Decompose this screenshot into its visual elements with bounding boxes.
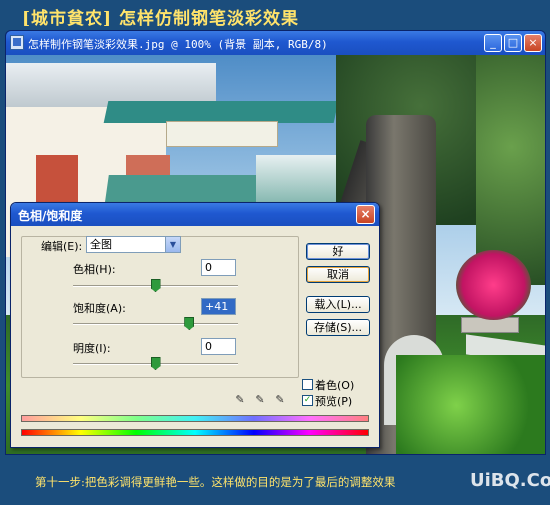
edit-label: 编辑(E):: [41, 240, 83, 253]
hue-saturation-dialog: 色相/饱和度 × 编辑(E): 全图 ▼ 色相(H): 0 饱和度(A): +4…: [10, 202, 380, 448]
banner-title: [城市貧农] 怎样仿制钢笔淡彩效果: [22, 9, 300, 29]
eyedropper-icon[interactable]: ✎: [233, 393, 247, 407]
adjustment-group: [21, 236, 299, 378]
colorize-checkbox[interactable]: [302, 379, 313, 390]
lightness-label: 明度(I):: [73, 342, 111, 355]
photo-flower-bush: [456, 250, 531, 320]
saturation-slider-track[interactable]: [73, 323, 238, 325]
eyedropper-minus-icon[interactable]: ✎: [273, 393, 287, 407]
dialog-titlebar[interactable]: 色相/饱和度 ×: [11, 203, 379, 226]
photo-building-sign: [166, 121, 278, 147]
hue-input[interactable]: 0: [201, 259, 236, 276]
caption-text: 第十一步:把色彩调得更鲜艳一些。这样做的目的是为了最后的调整效果: [35, 474, 395, 490]
image-window-title: 怎样制作钢笔淡彩效果.jpg @ 100% (背景 副本, RGB/8): [28, 38, 328, 51]
hue-label: 色相(H):: [73, 263, 116, 276]
caption-step: 第十一步:: [35, 475, 85, 489]
dialog-title: 色相/饱和度: [18, 209, 83, 223]
photo-shrubs: [396, 355, 545, 454]
watermark: UiBQ.CoM: [470, 470, 550, 491]
photo-building-eave: [103, 101, 339, 123]
minimize-button[interactable]: _: [484, 34, 502, 52]
preview-label[interactable]: 预览(P): [315, 393, 352, 409]
document-icon: [10, 35, 24, 50]
save-button[interactable]: 存储(S)...: [306, 319, 370, 336]
output-color-bar: [21, 429, 369, 436]
eyedropper-plus-icon[interactable]: ✎: [253, 393, 267, 407]
image-window-titlebar[interactable]: 怎样制作钢笔淡彩效果.jpg @ 100% (背景 副本, RGB/8) _ □…: [6, 31, 545, 55]
maximize-button[interactable]: □: [504, 34, 522, 52]
chevron-down-icon[interactable]: ▼: [165, 237, 180, 252]
colorize-label[interactable]: 着色(O): [315, 377, 354, 393]
edit-select-value: 全图: [90, 238, 112, 251]
caption: 第十一步:把色彩调得更鲜艳一些。这样做的目的是为了最后的调整效果: [0, 455, 550, 505]
load-button[interactable]: 载入(L)...: [306, 296, 370, 313]
input-color-bar: [21, 415, 369, 422]
cancel-button[interactable]: 取消: [306, 266, 370, 283]
lightness-input[interactable]: 0: [201, 338, 236, 355]
preview-checkbox[interactable]: ✓: [302, 395, 313, 406]
saturation-label: 饱和度(A):: [73, 302, 126, 315]
caption-body: 把色彩调得更鲜艳一些。这样做的目的是为了最后的调整效果: [84, 475, 396, 489]
banner: [城市貧农] 怎样仿制钢笔淡彩效果: [0, 0, 550, 30]
dialog-close-button[interactable]: ×: [356, 205, 375, 224]
saturation-input[interactable]: +41: [201, 298, 236, 315]
close-button[interactable]: ×: [524, 34, 542, 52]
edit-select[interactable]: 全图 ▼: [86, 236, 181, 253]
ok-button[interactable]: 好: [306, 243, 370, 260]
